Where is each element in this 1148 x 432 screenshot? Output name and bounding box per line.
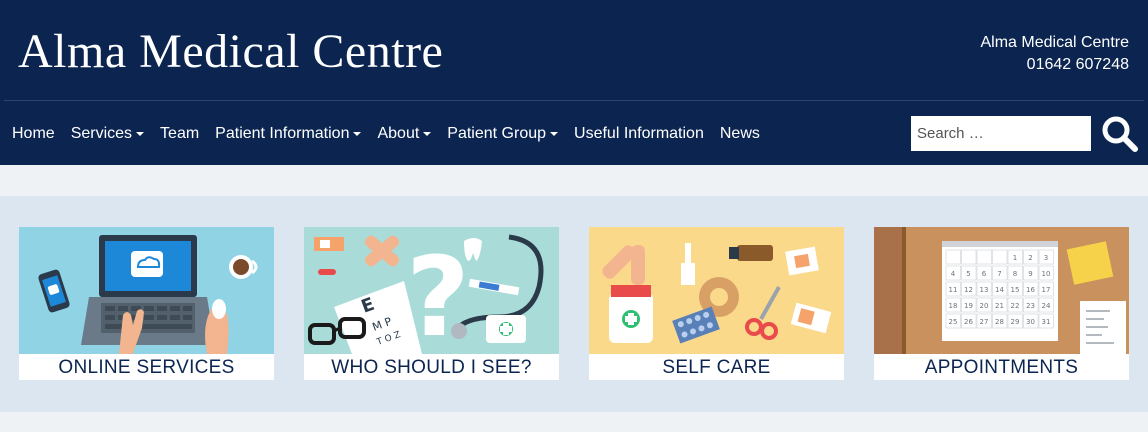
contact-phone[interactable]: 01642 607248	[981, 54, 1129, 76]
calendar-day: 29	[1011, 318, 1020, 326]
tile-label: SELF CARE	[662, 357, 771, 378]
contact-name: Alma Medical Centre	[980, 34, 1130, 51]
header-divider	[4, 100, 1144, 101]
nav-item-home[interactable]: Home	[12, 122, 55, 146]
calendar-day: 4	[951, 270, 956, 278]
calendar-day: 24	[1042, 302, 1051, 310]
calendar-day: 6	[982, 270, 987, 278]
calendar-day: 27	[980, 318, 989, 326]
calendar-day: 9	[1028, 270, 1032, 278]
tile-label: APPOINTMENTS	[924, 357, 1079, 378]
nav-item-news[interactable]: News	[720, 122, 760, 146]
calendar-day: 3	[1044, 254, 1048, 262]
calendar-day: 12	[964, 286, 973, 294]
calendar-day: 17	[1042, 286, 1051, 294]
nav-item-label: Useful Information	[574, 125, 704, 142]
nav-item-label: Team	[160, 125, 200, 142]
nav-item-team[interactable]: Team	[160, 122, 199, 146]
who-should-i-see-illustration: ? E M P T O Z	[304, 227, 559, 354]
nav-item-label: Patient Group	[447, 125, 547, 142]
calendar-day: 19	[964, 302, 973, 310]
nav-item-label: Home	[12, 125, 55, 142]
calendar-day: 25	[949, 318, 958, 326]
search-icon	[1102, 116, 1138, 152]
calendar-day: 16	[1026, 286, 1035, 294]
site-header: Alma Medical Centre Alma Medical Centre …	[0, 0, 1148, 165]
calendar-day: 1	[1013, 254, 1017, 262]
contact-block: Alma Medical Centre 01642 607248	[981, 32, 1130, 76]
calendar-day: 7	[997, 270, 1001, 278]
tile-self-care[interactable]: SELF CARE	[589, 227, 844, 380]
nav-item-label: Patient Information	[215, 125, 350, 142]
calendar-day: 31	[1042, 318, 1051, 326]
tile-appointments[interactable]: 1 2 3 4 5 6 7 8 9 10 11 12 13 14 15 16 17 18 19 20 21 22 23 24 2…	[874, 227, 1129, 380]
nav-item-useful-information[interactable]: Useful Information	[574, 122, 704, 146]
caret-down-icon	[550, 132, 559, 136]
main-nav: Home Services Team Patient Information A…	[12, 122, 776, 146]
calendar-day: 10	[1042, 270, 1051, 278]
self-care-illustration	[589, 227, 844, 354]
calendar-day: 26	[964, 318, 973, 326]
calendar-day: 20	[980, 302, 989, 310]
calendar-day: 28	[995, 318, 1004, 326]
online-services-illustration	[19, 227, 274, 354]
calendar-day: 13	[980, 286, 989, 294]
calendar-day: 22	[1011, 302, 1020, 310]
site-title[interactable]: Alma Medical Centre	[18, 24, 443, 79]
calendar-day: 18	[949, 302, 958, 310]
nav-item-label: About	[377, 125, 420, 142]
calendar-day: 11	[949, 286, 958, 294]
caret-down-icon	[353, 132, 362, 136]
nav-item-patient-group[interactable]: Patient Group	[447, 122, 559, 146]
tile-online-services[interactable]: ONLINE SERVICES	[19, 227, 274, 380]
search-input[interactable]	[911, 116, 1091, 151]
nav-item-label: Services	[70, 125, 133, 142]
nav-item-patient-information[interactable]: Patient Information	[215, 122, 362, 146]
calendar-day: 14	[995, 286, 1004, 294]
caret-down-icon	[136, 132, 145, 136]
calendar-day: 2	[1028, 254, 1032, 262]
tile-label: WHO SHOULD I SEE?	[331, 357, 532, 378]
calendar-day: 15	[1011, 286, 1020, 294]
appointments-illustration: 1 2 3 4 5 6 7 8 9 10 11 12 13 14 15 16 17 18 19 20 21 22 23 24 2…	[874, 227, 1129, 354]
nav-item-services[interactable]: Services	[70, 122, 145, 146]
nav-item-label: News	[719, 125, 760, 142]
calendar-day: 8	[1013, 270, 1017, 278]
tile-who-should-i-see[interactable]: ? E M P T O Z WHO SHOULD I SEE?	[304, 227, 559, 380]
tile-label: ONLINE SERVICES	[58, 357, 235, 378]
calendar-day: 30	[1026, 318, 1035, 326]
nav-item-about[interactable]: About	[377, 122, 432, 146]
search-button[interactable]	[1100, 114, 1140, 154]
calendar-day: 21	[995, 302, 1004, 310]
calendar-day: 23	[1026, 302, 1035, 310]
calendar-day: 5	[966, 270, 970, 278]
caret-down-icon	[423, 132, 432, 136]
